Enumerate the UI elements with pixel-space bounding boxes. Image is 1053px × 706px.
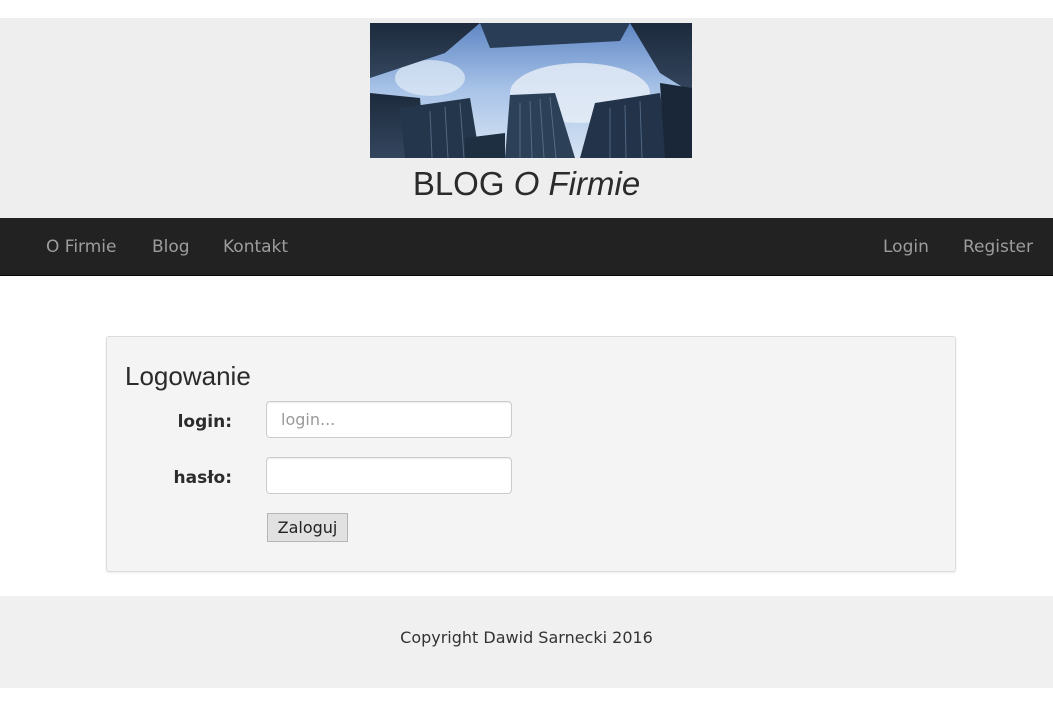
login-input[interactable] (266, 401, 512, 438)
site-header: BLOG O Firmie (0, 18, 1053, 218)
footer-copyright: Copyright Dawid Sarnecki 2016 (400, 628, 653, 647)
site-title-prefix: BLOG (412, 165, 505, 202)
nav-link-blog[interactable]: Blog (152, 237, 190, 257)
login-panel: Logowanie login: hasło: Zaloguj (106, 336, 956, 572)
login-submit-button[interactable]: Zaloguj (267, 513, 348, 542)
login-panel-title: Logowanie (125, 361, 251, 391)
site-title: BLOG O Firmie (0, 164, 1053, 204)
header-banner-image (370, 23, 692, 158)
site-footer: Copyright Dawid Sarnecki 2016 (0, 596, 1053, 688)
nav-link-o-firmie[interactable]: O Firmie (46, 237, 116, 257)
login-label: login: (177, 412, 232, 432)
site-title-emphasis: O Firmie (513, 165, 641, 202)
password-input[interactable] (266, 457, 512, 494)
password-label: hasło: (173, 468, 232, 488)
nav-link-login[interactable]: Login (883, 237, 929, 257)
main-navbar: O Firmie Blog Kontakt Login Register (0, 218, 1053, 276)
nav-link-register[interactable]: Register (963, 237, 1033, 257)
nav-link-kontakt[interactable]: Kontakt (223, 237, 288, 257)
